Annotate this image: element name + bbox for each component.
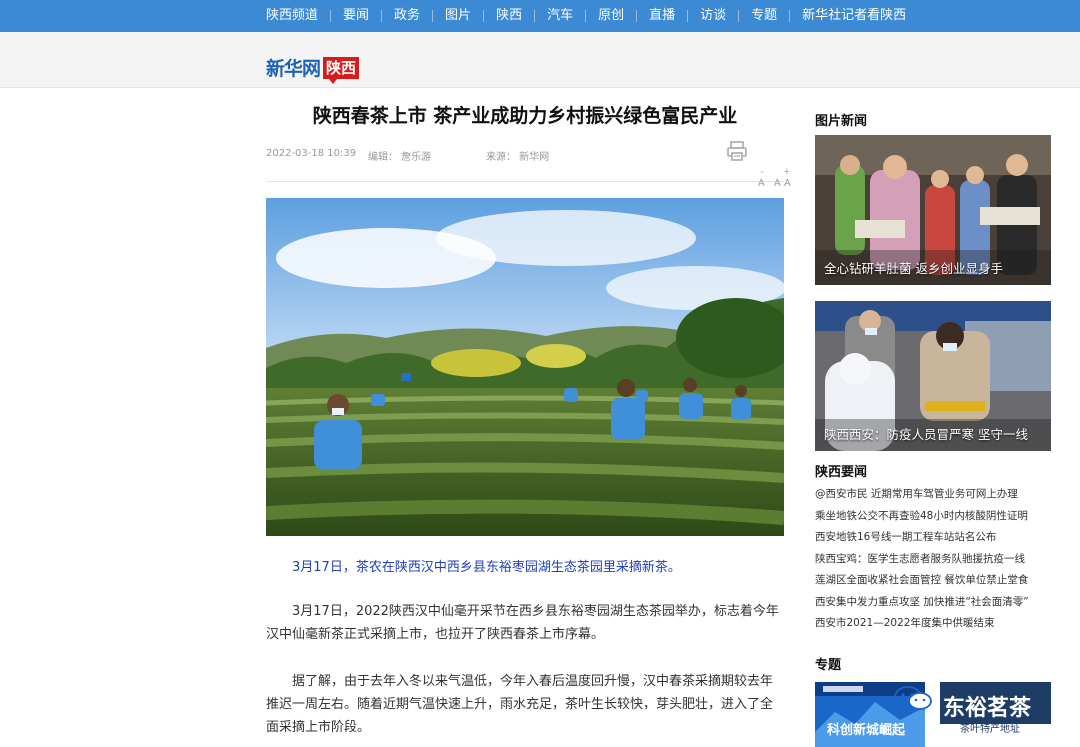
nav-item: 访谈 — [687, 0, 738, 32]
nav-item: 政务 — [381, 0, 432, 32]
article-photo — [266, 198, 784, 536]
nav-link[interactable]: 政务 — [382, 0, 432, 32]
article-paragraph-2: 据了解，由于去年入冬以来气温低，今年入春后温度回升慢，汉中春茶采摘期较去年推迟一… — [266, 674, 774, 735]
nav-item: 陕西 — [483, 0, 534, 32]
nav-item: 新华社记者看陕西 — [789, 0, 918, 32]
logo-xinhua: 新华网 — [266, 58, 321, 80]
nav-item: 汽车 — [534, 0, 585, 32]
pic-news-item-1[interactable]: 全心钻研羊肚菌 返乡创业显身手 — [815, 135, 1051, 285]
pic-news-caption-1: 全心钻研羊肚菌 返乡创业显身手 — [824, 261, 1003, 276]
photo-caption: 3月17日，茶农在陕西汉中西乡县东裕枣园湖生态茶园里采摘新茶。 — [292, 560, 681, 575]
nav-item: 直播 — [636, 0, 687, 32]
nav-link[interactable]: 陕西频道 — [254, 0, 330, 32]
nav-link[interactable]: 汽车 — [535, 0, 585, 32]
print-icon[interactable] — [726, 140, 748, 162]
topic-banner-1-text: 科创新城崛起 — [827, 722, 906, 738]
pic-news-caption-2: 陕西西安：防疫人员冒严寒 坚守一线 — [824, 427, 1028, 442]
topic-banner-2-image: 东裕茗茶 茶叶特产地址 — [940, 682, 1051, 747]
news-list-item[interactable]: 乘坐地铁公交不再查验48小时内核酸阴性证明 — [815, 506, 1051, 528]
nav-item: 图片 — [432, 0, 483, 32]
nav-item: 陕西频道 — [254, 0, 330, 32]
wechat-icon[interactable] — [893, 684, 933, 712]
nav-link[interactable]: 陕西 — [484, 0, 534, 32]
article-paragraph-1: 3月17日，2022陕西汉中仙毫开采节在西乡县东裕枣园湖生态茶园举办，标志着今年… — [266, 604, 779, 642]
article-date: 2022-03-18 10:39 — [266, 148, 357, 159]
top-nav-list: 陕西频道 要闻 政务 图片 陕西 汽车 原创 直播 访谈 专题 新华社记者看陕西 — [254, 0, 918, 32]
pic-news-heading: 图片新闻 — [815, 114, 868, 129]
article-source: 来源： 新华网 — [486, 152, 550, 163]
news-list-item[interactable]: 西安市2021—2022年度集中供暖结束 — [815, 613, 1051, 635]
logo-band: 新华网 陕西 — [0, 32, 1080, 88]
nav-link[interactable]: 专题 — [739, 0, 789, 32]
nav-item: 原创 — [585, 0, 636, 32]
news-list-item[interactable]: 陕西宝鸡：医学生志愿者服务队驰援抗疫一线 — [815, 549, 1051, 571]
pic-news-item-2[interactable]: 陕西西安：防疫人员冒严寒 坚守一线 — [815, 301, 1051, 451]
article-editor: 编辑： 詹乐游 — [368, 152, 432, 163]
nav-link[interactable]: 新华社记者看陕西 — [790, 0, 918, 32]
topic-banner-2-subtext: 茶叶特产地址 — [960, 722, 1020, 735]
shaanxi-news-list: @西安市民 近期常用车驾管业务可网上办理 乘坐地铁公交不再查验48小时内核酸阴性证… — [815, 484, 1051, 635]
news-list-item[interactable]: 莲湖区全面收紧社会面管控 餐饮单位禁止堂食 — [815, 570, 1051, 592]
article-title: 陕西春茶上市 茶产业成助力乡村振兴绿色富民产业 — [312, 105, 738, 127]
topic-banner-2-text: 东裕茗茶 — [943, 695, 1032, 721]
nav-link[interactable]: 直播 — [637, 0, 687, 32]
site-logo[interactable]: 新华网 陕西 — [266, 54, 360, 84]
nav-link[interactable]: 图片 — [433, 0, 483, 32]
logo-shaanxi: 陕西 — [323, 56, 360, 84]
news-list-item[interactable]: 西安地铁16号线一期工程车站站名公布 — [815, 527, 1051, 549]
news-list-item[interactable]: 西安集中发力重点攻坚 加快推进“社会面清零” — [815, 592, 1051, 614]
shaanxi-news-heading: 陕西要闻 — [815, 465, 868, 480]
nav-item: 专题 — [738, 0, 789, 32]
top-nav-bar: 陕西频道 要闻 政务 图片 陕西 汽车 原创 直播 访谈 专题 新华社记者看陕西 — [0, 0, 1080, 32]
nav-link[interactable]: 要闻 — [331, 0, 381, 32]
topic-banner-2[interactable]: 东裕茗茶 茶叶特产地址 — [940, 682, 1051, 747]
article: 陕西春茶上市 茶产业成助力乡村振兴绿色富民产业 2022-03-18 10:39… — [266, 88, 791, 735]
article-tools: A- A A + — [726, 140, 791, 189]
nav-link[interactable]: 原创 — [586, 0, 636, 32]
news-list-item[interactable]: @西安市民 近期常用车驾管业务可网上办理 — [815, 484, 1051, 506]
nav-item: 要闻 — [330, 0, 381, 32]
nav-link[interactable]: 访谈 — [688, 0, 738, 32]
article-meta: 2022-03-18 10:39 编辑： 詹乐游 来源： 新华网 A- A A + — [266, 138, 791, 189]
topic-heading: 专题 — [815, 658, 842, 673]
